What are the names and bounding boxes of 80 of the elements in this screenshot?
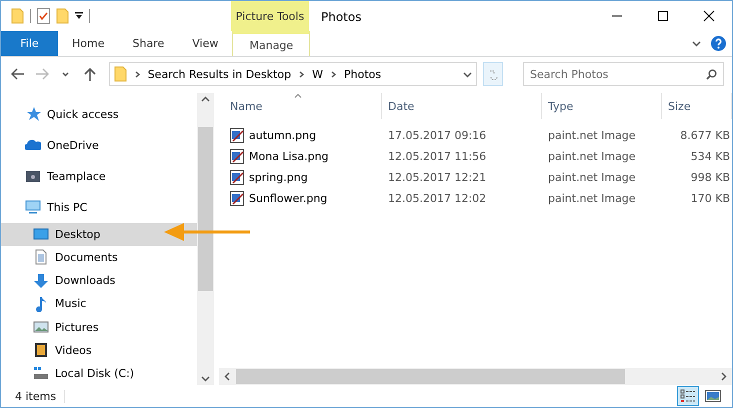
nav-item[interactable]: Local Disk (C:) (1, 362, 198, 385)
monitor-icon (25, 199, 41, 216)
back-button[interactable] (9, 68, 27, 80)
column-header[interactable]: Date (382, 93, 542, 119)
image-file-icon (230, 191, 244, 206)
star-icon (25, 106, 41, 122)
sort-ascending-icon (294, 93, 302, 98)
file-name-cell[interactable]: autumn.png (224, 128, 382, 143)
nav-item[interactable]: Videos (1, 338, 198, 362)
image-file-icon (230, 128, 244, 143)
chevron-icon (297, 70, 306, 78)
table-cell-text: 17.05.2017 09:16 (387, 129, 488, 142)
details-view-button[interactable] (677, 386, 699, 406)
refresh-icon (488, 68, 499, 80)
nav-item[interactable]: This PC (1, 192, 198, 223)
nav-item[interactable]: OneDrive (1, 130, 198, 161)
help-icon[interactable] (711, 36, 726, 51)
table-cell-text: paint.net Image (547, 171, 637, 184)
column-header[interactable]: Type (542, 93, 662, 119)
table-cell-text: paint.net Image (547, 192, 637, 205)
ribbon-tab[interactable]: Manage (232, 31, 310, 56)
column-header[interactable]: Size (662, 93, 732, 119)
breadcrumb[interactable]: Search Results in Desktop (148, 68, 292, 80)
file-name-cell[interactable]: Sunflower.png (224, 191, 382, 206)
status-text: 4 items (15, 390, 66, 402)
scrollbar-thumb[interactable] (198, 127, 214, 291)
disk-drive-icon (33, 365, 49, 382)
table-cell-text: paint.net Image (547, 129, 637, 142)
image-file-icon (230, 170, 244, 185)
breadcrumb[interactable]: W (312, 68, 323, 80)
folder-icon (25, 168, 41, 184)
close-icon (703, 10, 715, 22)
nav-item[interactable]: Desktop (1, 222, 198, 246)
table-cell-text: 12.05.2017 12:02 (387, 192, 488, 205)
contextual-tab-group: Picture Tools (231, 1, 309, 31)
file-name-cell[interactable]: Mona Lisa.png (224, 149, 382, 164)
new-folder-icon (56, 8, 69, 24)
table-cell-text: 998 KB (690, 171, 731, 184)
maximize-icon (657, 10, 669, 22)
table-cell-text: 170 KB (690, 192, 731, 205)
window-title: Photos (320, 9, 362, 26)
scroll-up-icon (201, 95, 210, 104)
address-bar[interactable]: Search Results in Desktop W Photos (108, 62, 478, 86)
scroll-right-icon (719, 372, 728, 381)
table-cell-text: 12.05.2017 12:21 (387, 171, 488, 184)
scroll-left-icon (223, 372, 232, 381)
nav-item[interactable]: Music (1, 292, 198, 316)
table-cell-text: 12.05.2017 11:56 (387, 150, 488, 163)
column-header[interactable]: Name (224, 93, 382, 119)
breadcrumb[interactable]: Photos (344, 68, 382, 80)
scrollbar-thumb[interactable] (236, 369, 625, 384)
caret-icon (61, 70, 70, 78)
folder-icon (11, 8, 24, 24)
pictures-icon (33, 319, 49, 336)
nav-item[interactable]: Quick access (1, 99, 198, 130)
search-icon (706, 69, 718, 80)
ribbon-tab[interactable]: View (178, 31, 232, 56)
ribbon-tab[interactable]: Share (118, 31, 178, 56)
desktop-icon (33, 226, 49, 242)
table-cell-text: 8.677 KB (679, 129, 731, 142)
nav-item[interactable]: Teamplace (1, 160, 198, 192)
ribbon-tab[interactable]: File (1, 31, 58, 56)
dropdown-icon (463, 70, 472, 78)
down-arrow-icon (33, 272, 49, 289)
nav-item[interactable]: Pictures (1, 315, 198, 339)
nav-item[interactable]: Downloads (1, 269, 198, 292)
table-cell-text: 534 KB (690, 150, 731, 163)
search-field[interactable]: Search Photos (523, 62, 724, 86)
document-icon (33, 249, 49, 266)
expand-ribbon-icon (692, 39, 701, 48)
properties-icon (37, 8, 50, 24)
nav-item[interactable]: Documents (1, 246, 198, 270)
table-cell-text: paint.net Image (547, 150, 637, 163)
image-file-icon (230, 149, 244, 164)
ribbon-tab[interactable]: Home (58, 31, 118, 56)
file-name-cell[interactable]: spring.png (224, 170, 382, 185)
dropdown-icon[interactable] (75, 12, 83, 20)
folder-icon (114, 66, 127, 82)
film-icon (33, 342, 49, 358)
scroll-down-icon (201, 374, 210, 383)
